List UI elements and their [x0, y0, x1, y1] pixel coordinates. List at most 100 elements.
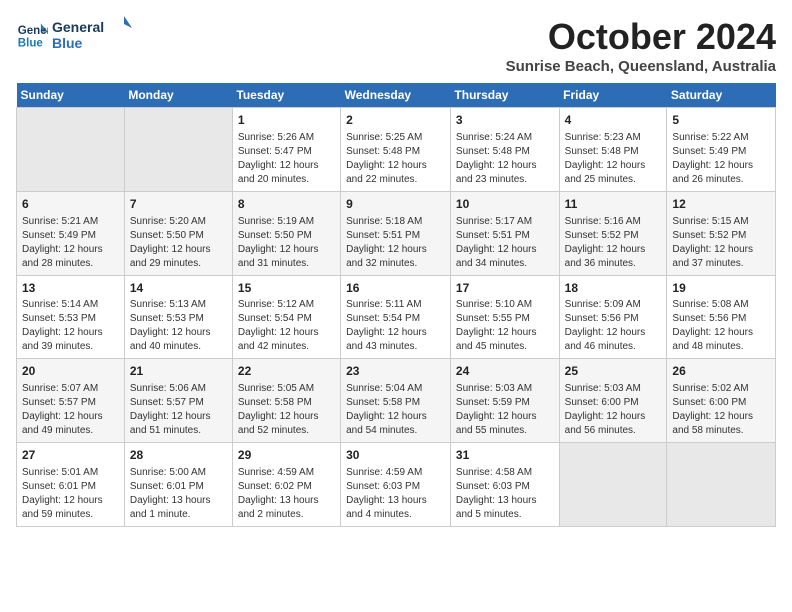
weekday-header-wednesday: Wednesday — [341, 83, 451, 108]
title-section: October 2024 Sunrise Beach, Queensland, … — [506, 16, 776, 75]
day-number: 3 — [456, 112, 554, 129]
day-info: Sunrise: 5:00 AMSunset: 6:01 PMDaylight:… — [130, 466, 227, 522]
calendar-cell: 8 Sunrise: 5:19 AMSunset: 5:50 PMDaylight… — [232, 191, 340, 275]
calendar-week-row: 6 Sunrise: 5:21 AMSunset: 5:49 PMDaylight… — [17, 191, 776, 275]
calendar-cell: 28 Sunrise: 5:00 AMSunset: 6:01 PMDayligh… — [124, 443, 232, 527]
day-info: Sunrise: 4:59 AMSunset: 6:02 PMDaylight:… — [238, 466, 335, 522]
calendar-cell: 4 Sunrise: 5:23 AMSunset: 5:48 PMDaylight… — [559, 108, 667, 192]
calendar-cell — [559, 443, 667, 527]
day-number: 19 — [672, 280, 770, 297]
calendar-cell: 24 Sunrise: 5:03 AMSunset: 5:59 PMDayligh… — [450, 359, 559, 443]
day-number: 8 — [238, 196, 335, 213]
day-number: 18 — [565, 280, 662, 297]
calendar-cell: 1 Sunrise: 5:26 AMSunset: 5:47 PMDaylight… — [232, 108, 340, 192]
location-title: Sunrise Beach, Queensland, Australia — [506, 58, 776, 75]
calendar-cell: 31 Sunrise: 4:58 AMSunset: 6:03 PMDayligh… — [450, 443, 559, 527]
logo: General Blue General Blue General Blue — [16, 16, 132, 56]
calendar-week-row: 20 Sunrise: 5:07 AMSunset: 5:57 PMDayligh… — [17, 359, 776, 443]
svg-text:Blue: Blue — [52, 35, 83, 51]
day-info: Sunrise: 5:26 AMSunset: 5:47 PMDaylight:… — [238, 131, 335, 187]
calendar-cell — [667, 443, 776, 527]
weekday-header-sunday: Sunday — [17, 83, 125, 108]
day-number: 14 — [130, 280, 227, 297]
day-info: Sunrise: 5:17 AMSunset: 5:51 PMDaylight:… — [456, 215, 554, 271]
day-info: Sunrise: 5:23 AMSunset: 5:48 PMDaylight:… — [565, 131, 662, 187]
day-number: 22 — [238, 363, 335, 380]
day-number: 13 — [22, 280, 119, 297]
day-number: 30 — [346, 447, 445, 464]
day-info: Sunrise: 5:13 AMSunset: 5:53 PMDaylight:… — [130, 298, 227, 354]
day-number: 20 — [22, 363, 119, 380]
page-header: General Blue General Blue General Blue O… — [16, 16, 776, 75]
day-info: Sunrise: 5:02 AMSunset: 6:00 PMDaylight:… — [672, 382, 770, 438]
svg-text:Blue: Blue — [18, 38, 44, 50]
day-number: 24 — [456, 363, 554, 380]
day-info: Sunrise: 5:14 AMSunset: 5:53 PMDaylight:… — [22, 298, 119, 354]
weekday-header-thursday: Thursday — [450, 83, 559, 108]
day-number: 5 — [672, 112, 770, 129]
day-info: Sunrise: 5:09 AMSunset: 5:56 PMDaylight:… — [565, 298, 662, 354]
day-number: 9 — [346, 196, 445, 213]
calendar-cell: 10 Sunrise: 5:17 AMSunset: 5:51 PMDayligh… — [450, 191, 559, 275]
calendar-cell: 3 Sunrise: 5:24 AMSunset: 5:48 PMDaylight… — [450, 108, 559, 192]
weekday-header-friday: Friday — [559, 83, 667, 108]
calendar-cell: 17Sunrise: 5:10 AMSunset: 5:55 PMDayligh… — [450, 275, 559, 359]
calendar-cell: 22 Sunrise: 5:05 AMSunset: 5:58 PMDayligh… — [232, 359, 340, 443]
calendar-cell — [124, 108, 232, 192]
day-number: 31 — [456, 447, 554, 464]
calendar-cell: 18Sunrise: 5:09 AMSunset: 5:56 PMDayligh… — [559, 275, 667, 359]
day-number: 12 — [672, 196, 770, 213]
day-number: 28 — [130, 447, 227, 464]
weekday-header-tuesday: Tuesday — [232, 83, 340, 108]
calendar-cell: 26 Sunrise: 5:02 AMSunset: 6:00 PMDayligh… — [667, 359, 776, 443]
day-number: 26 — [672, 363, 770, 380]
day-info: Sunrise: 5:22 AMSunset: 5:49 PMDaylight:… — [672, 131, 770, 187]
month-title: October 2024 — [506, 16, 776, 58]
calendar-cell: 13Sunrise: 5:14 AMSunset: 5:53 PMDayligh… — [17, 275, 125, 359]
calendar-body: 1 Sunrise: 5:26 AMSunset: 5:47 PMDaylight… — [17, 108, 776, 527]
day-info: Sunrise: 5:04 AMSunset: 5:58 PMDaylight:… — [346, 382, 445, 438]
day-info: Sunrise: 5:21 AMSunset: 5:49 PMDaylight:… — [22, 215, 119, 271]
day-info: Sunrise: 5:06 AMSunset: 5:57 PMDaylight:… — [130, 382, 227, 438]
weekday-header-monday: Monday — [124, 83, 232, 108]
calendar-cell: 16Sunrise: 5:11 AMSunset: 5:54 PMDayligh… — [341, 275, 451, 359]
calendar-header: SundayMondayTuesdayWednesdayThursdayFrid… — [17, 83, 776, 108]
day-number: 29 — [238, 447, 335, 464]
calendar-cell: 15Sunrise: 5:12 AMSunset: 5:54 PMDayligh… — [232, 275, 340, 359]
calendar-cell: 25Sunrise: 5:03 AMSunset: 6:00 PMDayligh… — [559, 359, 667, 443]
day-number: 6 — [22, 196, 119, 213]
weekday-header-saturday: Saturday — [667, 83, 776, 108]
day-number: 2 — [346, 112, 445, 129]
day-number: 10 — [456, 196, 554, 213]
day-number: 15 — [238, 280, 335, 297]
calendar-cell: 29 Sunrise: 4:59 AMSunset: 6:02 PMDayligh… — [232, 443, 340, 527]
day-number: 27 — [22, 447, 119, 464]
calendar-cell: 11Sunrise: 5:16 AMSunset: 5:52 PMDayligh… — [559, 191, 667, 275]
calendar-cell: 5 Sunrise: 5:22 AMSunset: 5:49 PMDaylight… — [667, 108, 776, 192]
calendar-table: SundayMondayTuesdayWednesdayThursdayFrid… — [16, 83, 776, 527]
day-info: Sunrise: 5:07 AMSunset: 5:57 PMDaylight:… — [22, 382, 119, 438]
logo-icon: General Blue — [16, 20, 48, 52]
day-info: Sunrise: 5:03 AMSunset: 5:59 PMDaylight:… — [456, 382, 554, 438]
day-info: Sunrise: 4:59 AMSunset: 6:03 PMDaylight:… — [346, 466, 445, 522]
day-info: Sunrise: 4:58 AMSunset: 6:03 PMDaylight:… — [456, 466, 554, 522]
day-number: 4 — [565, 112, 662, 129]
day-number: 16 — [346, 280, 445, 297]
weekday-header-row: SundayMondayTuesdayWednesdayThursdayFrid… — [17, 83, 776, 108]
day-info: Sunrise: 5:19 AMSunset: 5:50 PMDaylight:… — [238, 215, 335, 271]
calendar-cell: 6 Sunrise: 5:21 AMSunset: 5:49 PMDaylight… — [17, 191, 125, 275]
day-info: Sunrise: 5:24 AMSunset: 5:48 PMDaylight:… — [456, 131, 554, 187]
day-info: Sunrise: 5:03 AMSunset: 6:00 PMDaylight:… — [565, 382, 662, 438]
day-number: 1 — [238, 112, 335, 129]
day-info: Sunrise: 5:18 AMSunset: 5:51 PMDaylight:… — [346, 215, 445, 271]
day-number: 11 — [565, 196, 662, 213]
day-number: 17 — [456, 280, 554, 297]
day-info: Sunrise: 5:15 AMSunset: 5:52 PMDaylight:… — [672, 215, 770, 271]
day-number: 21 — [130, 363, 227, 380]
day-info: Sunrise: 5:08 AMSunset: 5:56 PMDaylight:… — [672, 298, 770, 354]
logo-svg: General Blue — [52, 16, 132, 56]
calendar-cell: 30 Sunrise: 4:59 AMSunset: 6:03 PMDayligh… — [341, 443, 451, 527]
calendar-cell: 19Sunrise: 5:08 AMSunset: 5:56 PMDayligh… — [667, 275, 776, 359]
day-info: Sunrise: 5:10 AMSunset: 5:55 PMDaylight:… — [456, 298, 554, 354]
day-info: Sunrise: 5:05 AMSunset: 5:58 PMDaylight:… — [238, 382, 335, 438]
